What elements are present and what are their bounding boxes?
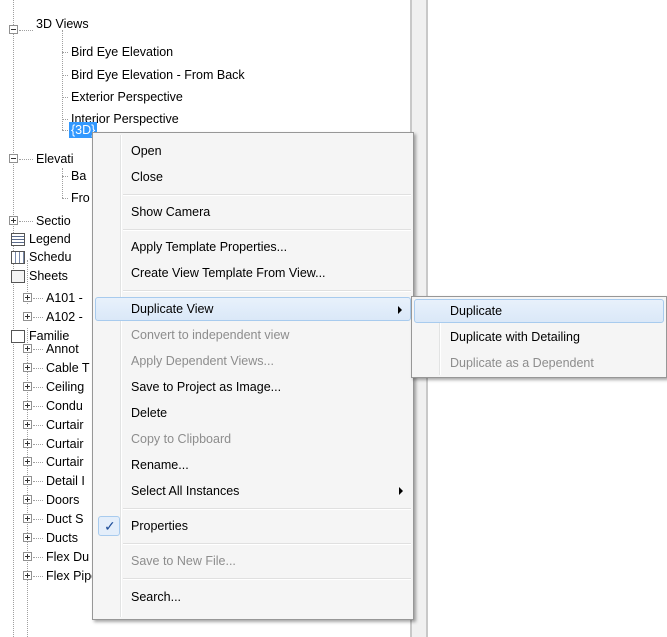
tree-node-sheet[interactable]: A101 - bbox=[46, 290, 83, 306]
menu-item-select-all-instances[interactable]: Select All Instances bbox=[95, 479, 411, 503]
schedule-icon bbox=[11, 251, 25, 264]
expand-toggle[interactable] bbox=[23, 401, 32, 410]
menu-item-search[interactable]: Search... bbox=[95, 585, 411, 609]
tree-node-family-category[interactable]: Curtair bbox=[46, 417, 84, 433]
menu-item-duplicate-with-detailing[interactable]: Duplicate with Detailing bbox=[414, 325, 664, 349]
expand-toggle[interactable] bbox=[23, 312, 32, 321]
tree-node-family-category[interactable]: Ceiling bbox=[46, 379, 84, 395]
menu-item-copy-clipboard[interactable]: Copy to Clipboard bbox=[95, 427, 411, 451]
tree-node-view[interactable]: Exterior Perspective bbox=[71, 89, 183, 105]
expand-toggle[interactable] bbox=[23, 420, 32, 429]
tree-node-view[interactable]: Ba bbox=[71, 168, 86, 184]
tree-node-family-category[interactable]: Annot bbox=[46, 341, 79, 357]
expand-toggle[interactable] bbox=[23, 363, 32, 372]
menu-item-show-camera[interactable]: Show Camera bbox=[95, 200, 411, 224]
menu-item-properties[interactable]: ✓ Properties bbox=[95, 514, 411, 538]
tree-node-view[interactable]: Fro bbox=[71, 190, 90, 206]
expand-toggle[interactable] bbox=[23, 439, 32, 448]
menu-item-duplicate-as-dependent[interactable]: Duplicate as a Dependent bbox=[414, 351, 664, 375]
tree-node-3d-views[interactable]: 3D Views bbox=[36, 16, 89, 32]
tree-node-sheet[interactable]: A102 - bbox=[46, 309, 83, 325]
tree-node-family-category[interactable]: Cable T bbox=[46, 360, 90, 376]
check-icon: ✓ bbox=[104, 518, 116, 534]
tree-node-schedules[interactable]: Schedu bbox=[29, 249, 71, 265]
tree-guide-line bbox=[62, 30, 63, 130]
tree-node-family-category[interactable]: Condu bbox=[46, 398, 83, 414]
tree-guide-line bbox=[62, 168, 63, 198]
menu-separator bbox=[123, 290, 411, 292]
sheet-icon bbox=[11, 270, 25, 283]
expand-toggle[interactable] bbox=[23, 457, 32, 466]
menu-item-close[interactable]: Close bbox=[95, 165, 411, 189]
context-menu: Open Close Show Camera Apply Template Pr… bbox=[92, 132, 414, 620]
menu-item-label: Select All Instances bbox=[131, 484, 240, 498]
tree-node-view[interactable]: Bird Eye Elevation bbox=[71, 44, 173, 60]
menu-separator bbox=[123, 229, 411, 231]
tree-node-family-category[interactable]: Curtair bbox=[46, 454, 84, 470]
expand-toggle[interactable] bbox=[23, 552, 32, 561]
menu-item-save-new-file[interactable]: Save to New File... bbox=[95, 549, 411, 573]
menu-separator bbox=[123, 578, 411, 580]
tree-node-sheets[interactable]: Sheets bbox=[29, 268, 68, 284]
menu-item-save-project-image[interactable]: Save to Project as Image... bbox=[95, 375, 411, 399]
menu-item-duplicate[interactable]: Duplicate bbox=[414, 299, 664, 323]
menu-item-convert-independent[interactable]: Convert to independent view bbox=[95, 323, 411, 347]
tree-node-family-category[interactable]: Detail I bbox=[46, 473, 85, 489]
tree-node-sections[interactable]: Sectio bbox=[36, 213, 71, 229]
tree-node-family-category[interactable]: Curtair bbox=[46, 436, 84, 452]
menu-item-apply-template-properties[interactable]: Apply Template Properties... bbox=[95, 235, 411, 259]
tree-node-elevations[interactable]: Elevati bbox=[36, 151, 74, 167]
expand-toggle[interactable] bbox=[9, 216, 18, 225]
collapse-toggle[interactable] bbox=[9, 154, 18, 163]
expand-toggle[interactable] bbox=[23, 571, 32, 580]
menu-item-label: Properties bbox=[131, 519, 188, 533]
menu-separator bbox=[123, 543, 411, 545]
tree-node-view[interactable]: Bird Eye Elevation - From Back bbox=[71, 67, 245, 83]
collapse-toggle[interactable] bbox=[9, 25, 18, 34]
tree-node-family-category[interactable]: Duct S bbox=[46, 511, 84, 527]
legend-icon bbox=[11, 233, 25, 246]
menu-item-apply-dependent-views[interactable]: Apply Dependent Views... bbox=[95, 349, 411, 373]
families-icon bbox=[11, 330, 25, 343]
submenu-arrow-icon bbox=[399, 487, 403, 495]
tree-node-legends[interactable]: Legend bbox=[29, 231, 71, 247]
tree-node-family-category[interactable]: Doors bbox=[46, 492, 79, 508]
expand-toggle[interactable] bbox=[23, 382, 32, 391]
submenu-arrow-icon bbox=[398, 306, 402, 314]
menu-separator bbox=[123, 194, 411, 196]
menu-item-rename[interactable]: Rename... bbox=[95, 453, 411, 477]
tree-node-family-category[interactable]: Flex Du bbox=[46, 549, 89, 565]
expand-toggle[interactable] bbox=[23, 344, 32, 353]
tree-guide-line bbox=[13, 0, 14, 637]
menu-item-open[interactable]: Open bbox=[95, 139, 411, 163]
expand-toggle[interactable] bbox=[23, 514, 32, 523]
expand-toggle[interactable] bbox=[23, 476, 32, 485]
expand-toggle[interactable] bbox=[23, 495, 32, 504]
menu-item-delete[interactable]: Delete bbox=[95, 401, 411, 425]
menu-item-create-view-template[interactable]: Create View Template From View... bbox=[95, 261, 411, 285]
menu-separator bbox=[123, 508, 411, 510]
expand-toggle[interactable] bbox=[23, 533, 32, 542]
duplicate-submenu: Duplicate Duplicate with Detailing Dupli… bbox=[411, 296, 667, 378]
menu-item-label: Duplicate View bbox=[131, 302, 214, 316]
expand-toggle[interactable] bbox=[23, 293, 32, 302]
tree-node-family-category[interactable]: Ducts bbox=[46, 530, 78, 546]
menu-item-duplicate-view[interactable]: Duplicate View bbox=[95, 297, 411, 321]
